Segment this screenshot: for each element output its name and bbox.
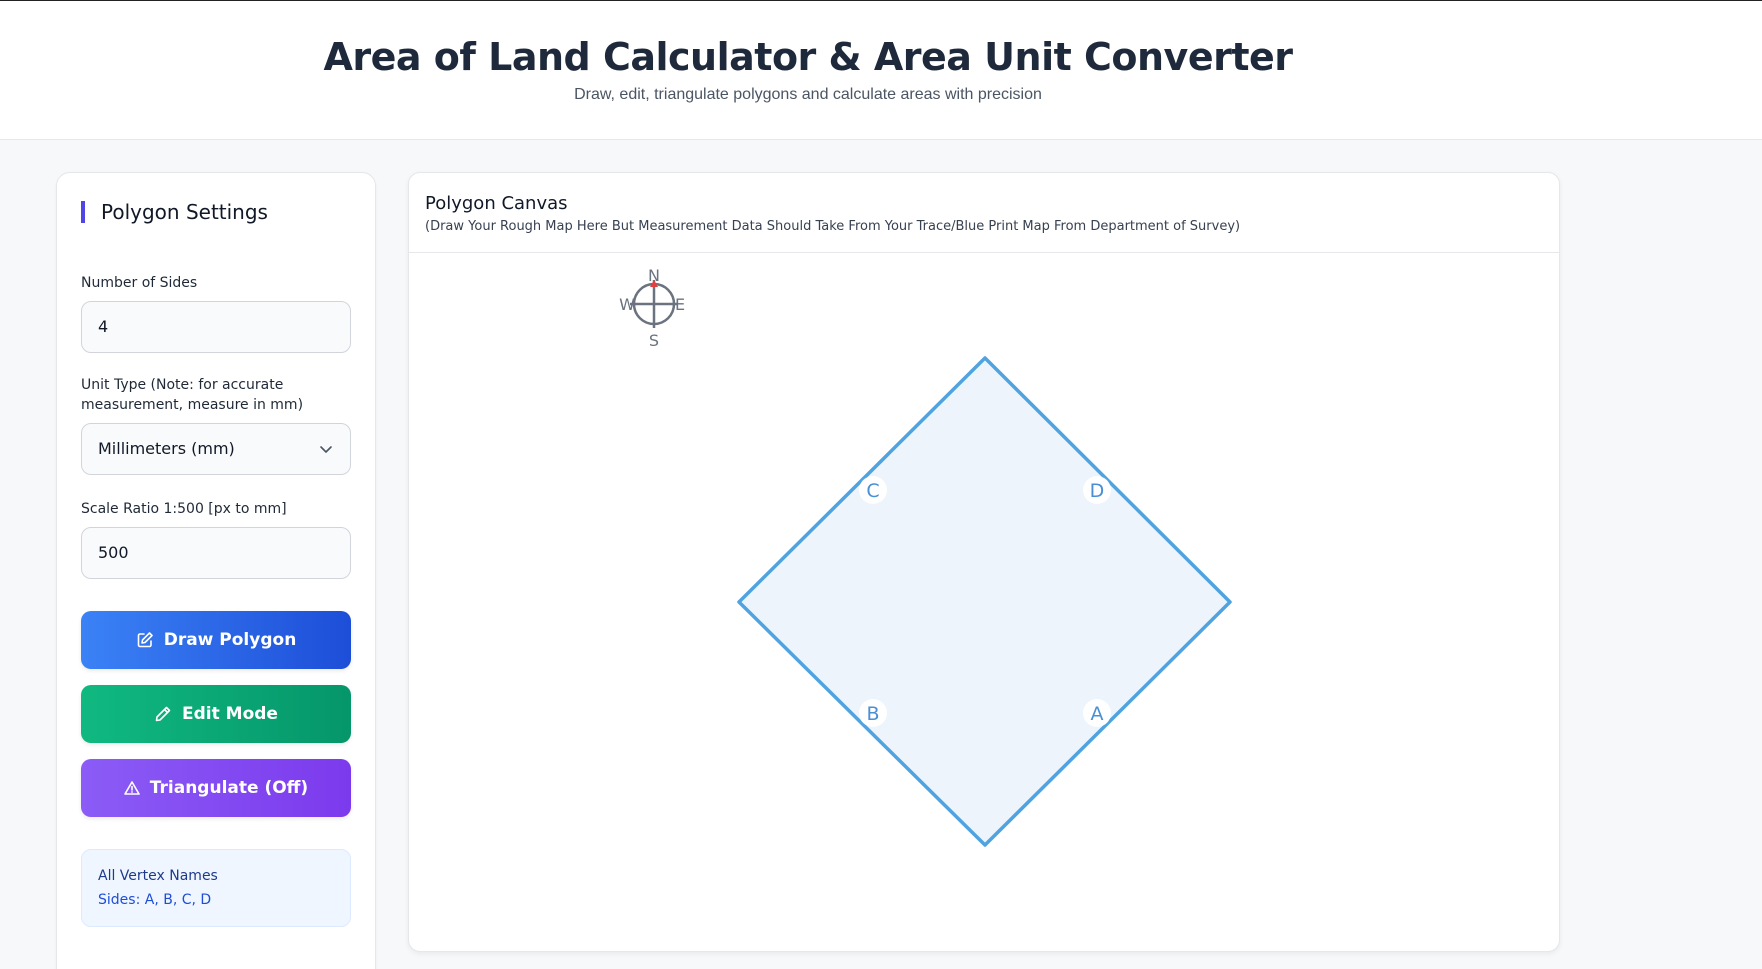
polygon-canvas[interactable]: N S E W A B C D xyxy=(409,254,1560,952)
unit-type-value: Millimeters (mm) xyxy=(98,439,235,458)
polygon-shape[interactable] xyxy=(737,356,1232,847)
warning-triangle-icon xyxy=(123,781,140,795)
vertex-label-d[interactable]: D xyxy=(1083,476,1111,504)
compass-e: E xyxy=(675,295,685,314)
vertex-label-b[interactable]: B xyxy=(859,699,887,727)
svg-text:B: B xyxy=(866,703,879,725)
canvas-subtitle: (Draw Your Rough Map Here But Measuremen… xyxy=(425,219,1241,234)
edit-mode-button[interactable]: Edit Mode xyxy=(81,685,351,743)
draw-polygon-button[interactable]: Draw Polygon xyxy=(81,611,351,669)
sides-input[interactable]: 4 xyxy=(81,301,351,353)
panel-title: Polygon Settings xyxy=(81,201,268,223)
edit-mode-label: Edit Mode xyxy=(182,704,278,724)
compass: N S E W xyxy=(619,266,685,350)
compass-w: W xyxy=(619,295,635,314)
vertex-names-list: Sides: A, B, C, D xyxy=(98,892,212,908)
canvas-header: Polygon Canvas (Draw Your Rough Map Here… xyxy=(409,173,1559,253)
polygon-canvas-card: Polygon Canvas (Draw Your Rough Map Here… xyxy=(408,172,1560,952)
vertex-names-title: All Vertex Names xyxy=(98,868,218,884)
triangulate-button[interactable]: Triangulate (Off) xyxy=(81,759,351,817)
vertex-label-a[interactable]: A xyxy=(1083,699,1111,727)
compass-n: N xyxy=(648,266,660,285)
scale-ratio-input[interactable]: 500 xyxy=(81,527,351,579)
page-title: Area of Land Calculator & Area Unit Conv… xyxy=(323,35,1293,79)
vertex-names-card: All Vertex Names Sides: A, B, C, D xyxy=(81,849,351,927)
compass-s: S xyxy=(649,331,659,350)
svg-text:A: A xyxy=(1091,703,1104,725)
scale-ratio-label: Scale Ratio 1:500 [px to mm] xyxy=(81,501,287,517)
unit-type-select[interactable]: Millimeters (mm) xyxy=(81,423,351,475)
draw-polygon-label: Draw Polygon xyxy=(163,630,297,650)
page-subtitle: Draw, edit, triangulate polygons and cal… xyxy=(574,86,1042,103)
top-header: Area of Land Calculator & Area Unit Conv… xyxy=(0,0,1762,140)
pencil-icon xyxy=(155,706,171,722)
polygon-settings-panel: Polygon Settings Number of Sides 4 Unit … xyxy=(56,172,376,969)
canvas-title: Polygon Canvas xyxy=(425,193,568,214)
svg-text:D: D xyxy=(1090,480,1105,502)
svg-text:C: C xyxy=(866,480,879,502)
edit-square-icon xyxy=(137,632,153,648)
vertex-label-c[interactable]: C xyxy=(859,476,887,504)
unit-type-label: Unit Type (Note: for accurate measuremen… xyxy=(81,377,304,413)
chevron-down-icon xyxy=(320,446,332,453)
triangulate-label: Triangulate (Off) xyxy=(149,778,309,798)
sides-label: Number of Sides xyxy=(81,275,198,291)
